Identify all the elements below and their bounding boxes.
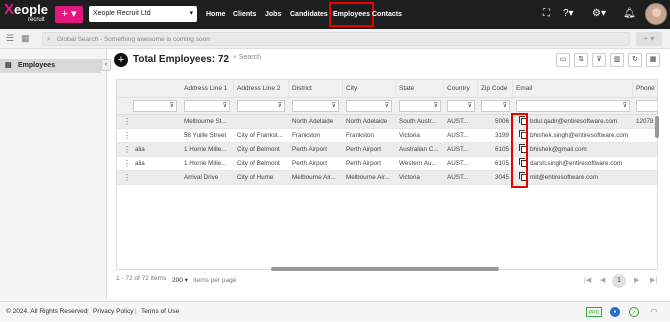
pager-range: 1 - 72 of 72 items bbox=[116, 275, 167, 282]
filter-icon[interactable]: ⊽ bbox=[592, 53, 606, 67]
ppd-badge[interactable]: PPD bbox=[586, 307, 602, 317]
sort-icon[interactable]: ⇅ bbox=[574, 53, 588, 67]
table-row[interactable]: ⋮ Melbourne St... North Adelaide North A… bbox=[117, 115, 657, 129]
nav-jobs[interactable]: Jobs bbox=[265, 0, 281, 29]
row-menu-icon[interactable]: ⋮ bbox=[123, 171, 131, 185]
table-row[interactable]: ⋮ Arrival Drive City of Hume Melbourne A… bbox=[117, 171, 657, 185]
list-view-icon[interactable]: ☰ bbox=[6, 33, 14, 44]
page-size-label: items per page bbox=[193, 277, 237, 284]
company-select[interactable]: Xeople Recruit Ltd ▾ bbox=[89, 6, 197, 22]
filter-input[interactable]: ⊽ bbox=[237, 100, 285, 112]
column-header-zip[interactable]: Zip Code bbox=[478, 80, 513, 98]
refresh-icon[interactable]: ↻ bbox=[628, 53, 642, 67]
filter-icon[interactable]: ⊽ bbox=[503, 101, 507, 112]
filter-icon[interactable]: ⊽ bbox=[468, 101, 472, 112]
bell-icon[interactable]: 🔔︎ bbox=[623, 8, 636, 20]
nav-home[interactable]: Home bbox=[206, 0, 225, 29]
sidebar: ▤ Employees bbox=[0, 49, 107, 299]
help-icon[interactable]: ?▾ bbox=[563, 8, 574, 20]
page-size-select[interactable]: 200 ▾ items per page bbox=[172, 276, 236, 284]
user-icon[interactable]: ● bbox=[610, 307, 620, 317]
add-button[interactable]: + ▾ bbox=[636, 32, 662, 46]
quick-add-button[interactable]: + ▾ bbox=[55, 6, 83, 23]
terms-of-use-link[interactable]: Terms of Use bbox=[141, 302, 179, 322]
next-page-icon[interactable]: ▶ bbox=[634, 276, 639, 284]
table-search-input[interactable]: ⌕ Search bbox=[233, 54, 261, 62]
first-page-icon[interactable]: |◀ bbox=[584, 276, 591, 284]
grid-icon[interactable]: ▦ bbox=[646, 53, 660, 67]
nav-clients[interactable]: Clients bbox=[233, 0, 256, 29]
table-row[interactable]: ⋮ alia 1 Horrie Mille... City of Belmont… bbox=[117, 157, 657, 171]
filter-input[interactable]: ⊽ bbox=[346, 100, 392, 112]
footer: © 2024. All Rights Reserved | Privacy Po… bbox=[0, 301, 670, 321]
nav-contacts[interactable]: Contacts bbox=[372, 0, 402, 29]
top-navbar: Xeople recruit + ▾ Xeople Recruit Ltd ▾ H… bbox=[0, 0, 670, 29]
filter-input[interactable] bbox=[636, 100, 657, 112]
table-row[interactable]: ⋮ 58 Yuille Street City of Frankst... Fr… bbox=[117, 129, 657, 143]
filter-input[interactable]: ⊽ bbox=[516, 100, 630, 112]
filter-input[interactable]: ⊽ bbox=[399, 100, 441, 112]
filter-icon[interactable]: ⊽ bbox=[170, 101, 174, 112]
columns-icon[interactable]: ▥ bbox=[610, 53, 624, 67]
search-icon: ⌕ bbox=[233, 54, 237, 61]
page-title: Total Employees: 72 bbox=[133, 54, 229, 65]
row-menu-icon[interactable]: ⋮ bbox=[123, 143, 131, 157]
filter-icon[interactable]: ⊽ bbox=[332, 101, 336, 112]
filter-input[interactable]: ⊽ bbox=[292, 100, 339, 112]
employees-table: Address Line 1 Address Line 2 District C… bbox=[116, 79, 658, 270]
column-header-district[interactable]: District bbox=[289, 80, 343, 98]
horizontal-scrollbar[interactable] bbox=[271, 267, 499, 271]
column-header-address2[interactable]: Address Line 2 bbox=[234, 80, 289, 98]
page-number[interactable]: 1 bbox=[612, 274, 626, 288]
fullscreen-icon[interactable]: ⛶ bbox=[543, 8, 550, 20]
prev-page-icon[interactable]: ◀ bbox=[600, 276, 605, 284]
filter-input[interactable]: ⊽ bbox=[481, 100, 510, 112]
privacy-policy-link[interactable]: Privacy Policy bbox=[93, 302, 133, 322]
filter-input[interactable]: ⊽ bbox=[447, 100, 475, 112]
table-header: Address Line 1 Address Line 2 District C… bbox=[117, 80, 657, 98]
chevron-down-icon: ▾ bbox=[189, 10, 193, 17]
last-page-icon[interactable]: ▶| bbox=[650, 276, 657, 284]
filter-icon[interactable]: ⊽ bbox=[623, 101, 627, 112]
column-header-address1[interactable]: Address Line 1 bbox=[181, 80, 234, 98]
add-employee-button[interactable]: + bbox=[114, 53, 128, 67]
filter-icon[interactable]: ⊽ bbox=[223, 101, 227, 112]
nav-employees[interactable]: Employees bbox=[327, 0, 376, 29]
filter-icon[interactable]: ⊽ bbox=[434, 101, 438, 112]
document-icon: ▤ bbox=[5, 62, 12, 69]
column-header-city[interactable]: City bbox=[343, 80, 396, 98]
filter-input[interactable]: ⊽ bbox=[133, 100, 177, 112]
nav-candidates[interactable]: Candidates bbox=[290, 0, 328, 29]
search-icon: ⌕ bbox=[47, 36, 51, 43]
grid-view-icon[interactable]: ▦ bbox=[21, 33, 30, 44]
copy-icons-highlight bbox=[511, 113, 528, 188]
column-header-country[interactable]: Country bbox=[444, 80, 478, 98]
vertical-scrollbar[interactable] bbox=[655, 116, 659, 138]
row-menu-icon[interactable]: ⋮ bbox=[123, 129, 131, 143]
column-header-email[interactable]: Email bbox=[513, 80, 633, 98]
filter-icon[interactable]: ⊽ bbox=[278, 101, 282, 112]
sidebar-item-employees[interactable]: ▤ Employees bbox=[0, 59, 101, 73]
app-logo-subtitle: recruit bbox=[28, 17, 45, 23]
check-icon[interactable]: ✓ bbox=[629, 307, 639, 317]
app-logo[interactable]: Xeople bbox=[4, 2, 48, 17]
filter-input[interactable]: ⊽ bbox=[184, 100, 230, 112]
user-avatar[interactable] bbox=[645, 3, 667, 25]
copyright-text: © 2024. All Rights Reserved bbox=[6, 308, 88, 315]
gear-icon[interactable]: ⚙▾ bbox=[592, 8, 606, 20]
column-header-state[interactable]: State bbox=[396, 80, 444, 98]
global-search-bar: ☰ ▦ ⌕ Global Search - Something awesome i… bbox=[0, 29, 670, 49]
filter-icon[interactable]: ⊽ bbox=[385, 101, 389, 112]
folder-icon[interactable]: ▭ bbox=[556, 53, 570, 67]
column-header-phone[interactable]: Phone bbox=[633, 80, 657, 98]
global-search-input[interactable]: ⌕ Global Search - Something awesome is co… bbox=[42, 32, 630, 46]
row-menu-icon[interactable]: ⋮ bbox=[123, 115, 131, 129]
wifi-icon: ◠ bbox=[650, 307, 658, 316]
sidebar-collapse-button[interactable]: ‹ bbox=[101, 59, 111, 71]
row-menu-icon[interactable]: ⋮ bbox=[123, 157, 131, 171]
filter-row: ⊽ ⊽ ⊽ ⊽ ⊽ ⊽ ⊽ ⊽ ⊽ bbox=[117, 98, 657, 115]
table-row[interactable]: ⋮ alia 1 Horrie Mille... City of Belmont… bbox=[117, 143, 657, 157]
